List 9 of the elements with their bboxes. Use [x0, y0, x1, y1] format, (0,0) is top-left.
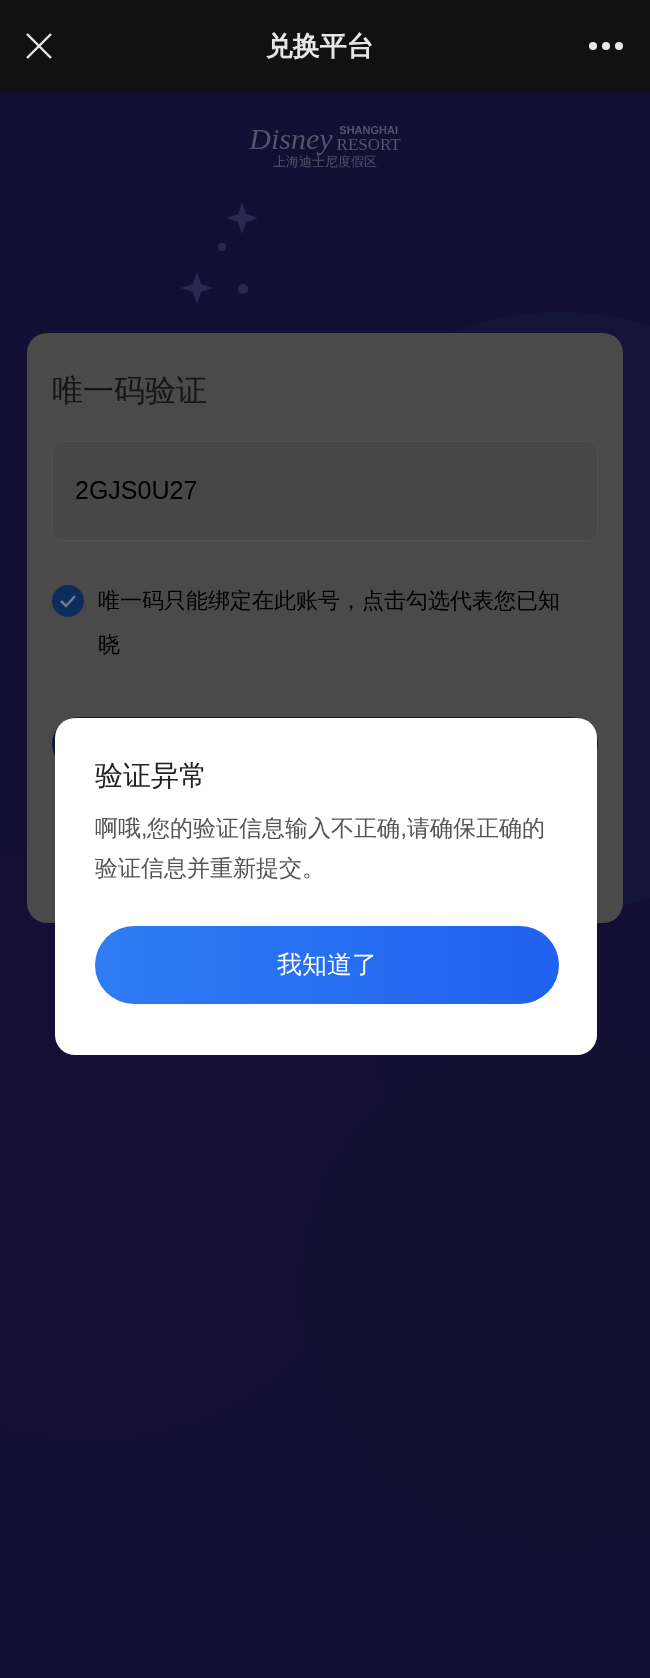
dialog-message: 啊哦,您的验证信息输入不正确,请确保正确的验证信息并重新提交。: [95, 814, 546, 883]
confirm-button[interactable]: 我知道了: [95, 926, 559, 1004]
checkmark-icon: [59, 594, 77, 608]
close-icon[interactable]: [26, 33, 52, 59]
dialog-title: 验证异常: [95, 759, 208, 793]
agreement-text: 唯一码只能绑定在此账号，点击勾选代表您已知晓: [98, 587, 561, 659]
more-icon[interactable]: [588, 41, 624, 51]
page-title: 兑换平台: [266, 29, 374, 63]
agreement-checkbox[interactable]: [52, 585, 84, 617]
